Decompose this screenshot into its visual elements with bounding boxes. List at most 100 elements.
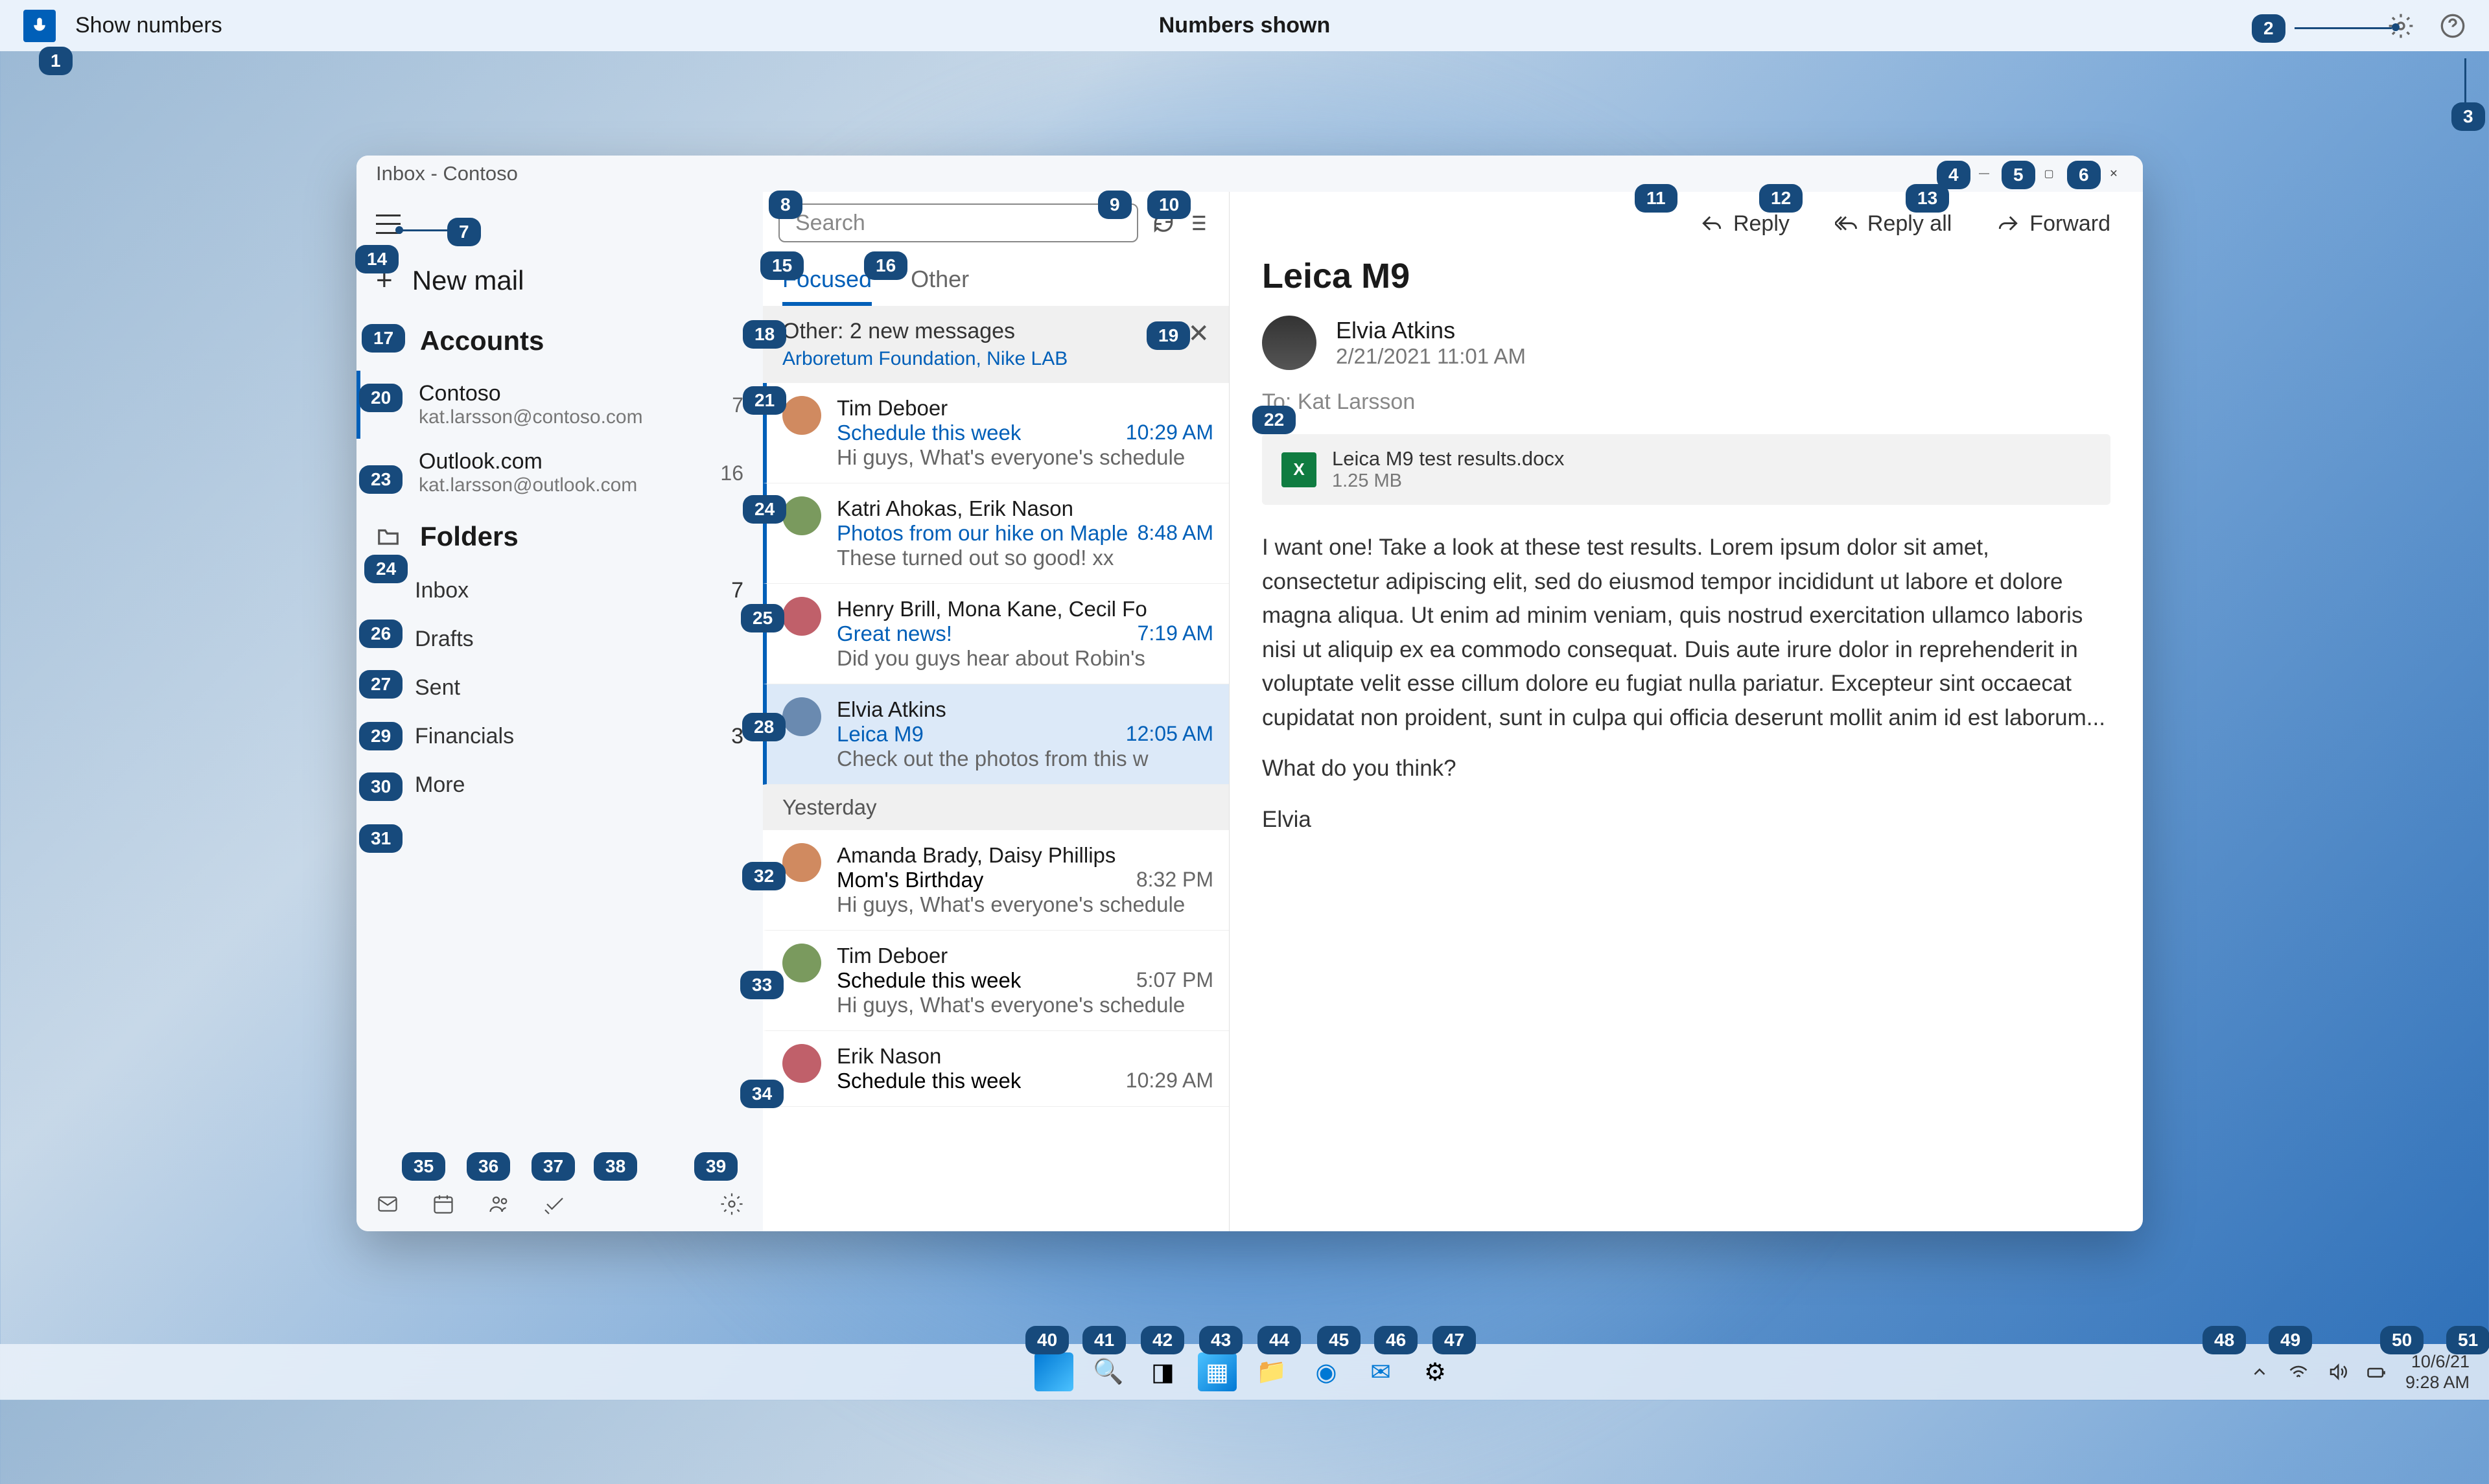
sender-avatar[interactable]	[1262, 316, 1316, 370]
minimize-button[interactable]: —	[1974, 164, 1994, 183]
window-title: Inbox - Contoso	[376, 162, 518, 185]
search-button[interactable]: 🔍	[1089, 1352, 1128, 1391]
edge-button[interactable]: ◉	[1307, 1352, 1346, 1391]
number-badge: 49	[2269, 1326, 2312, 1354]
number-badge: 24	[364, 555, 408, 583]
calendar-icon[interactable]	[432, 1192, 455, 1216]
folder-item[interactable]: Drafts	[356, 615, 763, 664]
number-badge: 22	[1252, 406, 1296, 434]
message-body: I want one! Take a look at these test re…	[1262, 531, 2110, 853]
number-badge: 5	[2002, 161, 2035, 189]
close-icon[interactable]: ✕	[1187, 319, 1209, 349]
message-item[interactable]: Elvia Atkins Leica M9 12:05 AM Check out…	[763, 684, 1229, 785]
number-badge: 32	[742, 862, 786, 890]
accounts-header[interactable]: Accounts	[356, 311, 763, 371]
message-item[interactable]: Amanda Brady, Daisy Phillips Mom's Birth…	[763, 830, 1229, 931]
number-badge: 25	[741, 604, 784, 632]
number-badge: 18	[743, 320, 786, 349]
number-badge: 33	[740, 971, 784, 999]
taskbar[interactable]: 🔍 ◨ ▦ 📁 ◉ ✉ ⚙ 10/6/21 9:28 AM	[0, 1344, 2489, 1400]
nav-pane: + New mail Accounts Contosokat.larsson@c…	[356, 192, 763, 1231]
folder-item[interactable]: Inbox7	[356, 566, 763, 615]
number-badge: 20	[359, 384, 403, 412]
number-badge: 51	[2446, 1326, 2489, 1354]
clock[interactable]: 10/6/21 9:28 AM	[2405, 1351, 2470, 1393]
number-badge: 35	[402, 1152, 445, 1181]
number-badge: 42	[1141, 1326, 1184, 1354]
account-item[interactable]: Outlook.comkat.larsson@outlook.com16	[356, 439, 763, 507]
reply-button[interactable]: Reply	[1701, 211, 1790, 237]
wifi-icon[interactable]	[2289, 1362, 2308, 1382]
sender-name: Elvia Atkins	[1336, 317, 1526, 344]
account-item[interactable]: Contosokat.larsson@contoso.com7	[356, 371, 763, 439]
number-badge: 13	[1906, 184, 1949, 213]
number-badge: 6	[2067, 161, 2101, 189]
number-badge: 26	[359, 620, 403, 648]
number-badge: 43	[1199, 1326, 1243, 1354]
search-input[interactable]: Search	[778, 203, 1138, 242]
number-badge: 45	[1317, 1326, 1361, 1354]
number-badge: 9	[1098, 191, 1132, 219]
number-badge: 17	[362, 324, 405, 353]
number-badge: 37	[532, 1152, 575, 1181]
number-badge: 44	[1257, 1326, 1301, 1354]
settings-taskbar-button[interactable]: ⚙	[1416, 1352, 1455, 1391]
number-badge: 12	[1759, 184, 1803, 213]
number-badge: 48	[2203, 1326, 2246, 1354]
numbers-shown-label: Numbers shown	[1159, 13, 1330, 38]
number-badge: 15	[760, 251, 804, 280]
number-badge: 50	[2380, 1326, 2424, 1354]
help-icon[interactable]	[2440, 13, 2466, 39]
message-item[interactable]: Erik Nason Schedule this week 10:29 AM	[763, 1031, 1229, 1107]
chevron-up-icon[interactable]	[2250, 1362, 2269, 1382]
battery-icon[interactable]	[2366, 1362, 2386, 1382]
forward-button[interactable]: Forward	[1997, 211, 2110, 237]
start-button[interactable]	[1034, 1352, 1073, 1391]
hamburger-icon[interactable]	[376, 211, 408, 237]
tab-other[interactable]: Other	[911, 266, 969, 306]
number-badge: 40	[1025, 1326, 1069, 1354]
select-icon[interactable]	[1189, 211, 1213, 235]
message-item[interactable]: Henry Brill, Mona Kane, Cecil Fo Great n…	[763, 584, 1229, 684]
number-badge: 47	[1432, 1326, 1476, 1354]
folders-header[interactable]: Folders	[356, 507, 763, 566]
message-item[interactable]: Tim Deboer Schedule this week 5:07 PM Hi…	[763, 931, 1229, 1031]
folder-item[interactable]: More	[356, 761, 763, 809]
mic-button[interactable]	[23, 10, 56, 42]
voice-access-bar: Show numbers Numbers shown	[0, 0, 2489, 51]
folder-item[interactable]: Financials3	[356, 712, 763, 761]
number-badge: 1	[39, 47, 73, 75]
number-badge: 36	[467, 1152, 510, 1181]
attachment[interactable]: X Leica M9 test results.docx 1.25 MB	[1262, 434, 2110, 505]
number-badge: 34	[740, 1080, 784, 1108]
mail-icon[interactable]	[376, 1192, 399, 1216]
mail-taskbar-button[interactable]: ✉	[1361, 1352, 1400, 1391]
number-badge: 46	[1374, 1326, 1418, 1354]
folder-item[interactable]: Sent	[356, 664, 763, 712]
number-badge: 41	[1082, 1326, 1126, 1354]
inbox-tabs: Focused Other	[763, 254, 1229, 306]
settings-icon[interactable]	[720, 1192, 743, 1216]
close-button[interactable]: ✕	[2104, 164, 2123, 183]
maximize-button[interactable]: ▢	[2039, 164, 2059, 183]
message-item[interactable]: Katri Ahokas, Erik Nason Photos from our…	[763, 483, 1229, 584]
number-badge: 19	[1147, 321, 1190, 350]
folder-icon	[376, 524, 401, 549]
taskview-button[interactable]: ◨	[1143, 1352, 1182, 1391]
number-badge: 2	[2252, 14, 2285, 43]
reply-all-button[interactable]: Reply all	[1835, 211, 1952, 237]
volume-icon[interactable]	[2328, 1362, 2347, 1382]
new-mail-button[interactable]: + New mail	[356, 250, 763, 311]
people-icon[interactable]	[487, 1192, 511, 1216]
explorer-button[interactable]: 📁	[1252, 1352, 1291, 1391]
widgets-button[interactable]: ▦	[1198, 1352, 1237, 1391]
number-badge: 7	[447, 218, 481, 246]
show-numbers-label: Show numbers	[75, 13, 222, 38]
checkmark-icon[interactable]	[543, 1192, 567, 1216]
number-badge: 30	[359, 772, 403, 801]
number-badge: 11	[1635, 184, 1677, 213]
nav-bottom-bar	[356, 1177, 763, 1231]
message-title: Leica M9	[1262, 256, 2110, 296]
number-badge: 14	[355, 245, 399, 273]
message-item[interactable]: Tim Deboer Schedule this week 10:29 AM H…	[763, 383, 1229, 483]
